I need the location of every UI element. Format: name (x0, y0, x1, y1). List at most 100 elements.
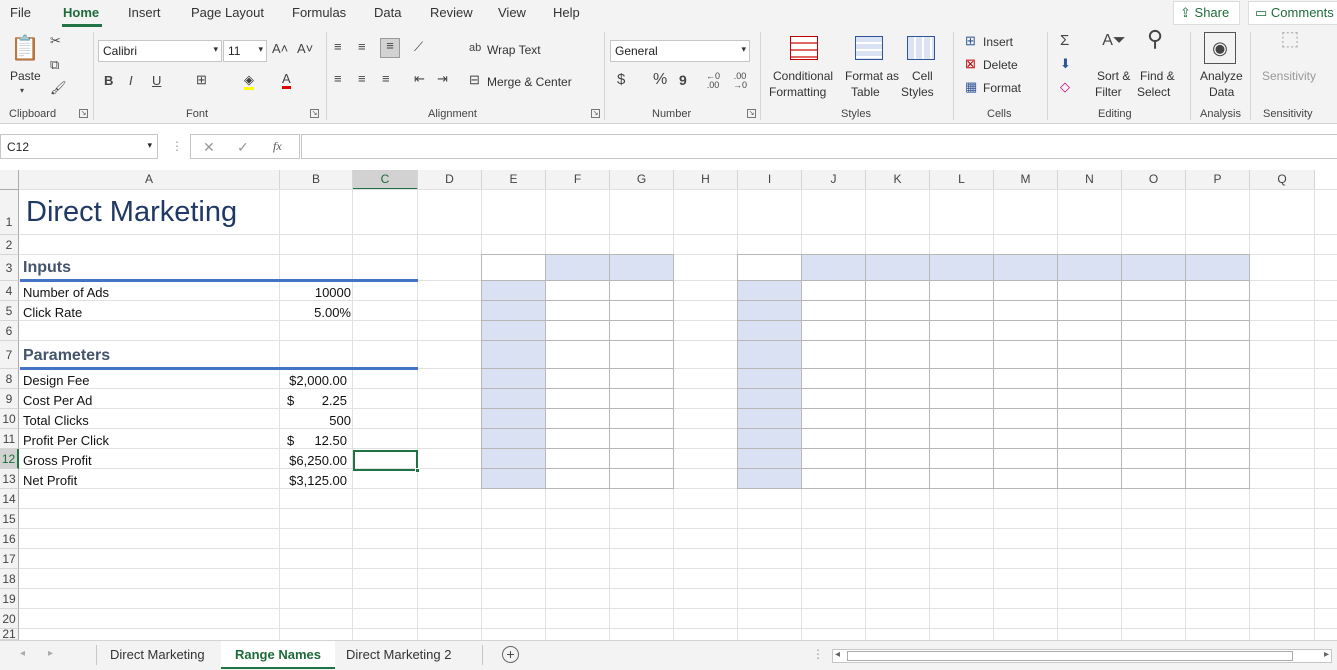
table-corner-cell[interactable] (737, 254, 802, 281)
tab-data[interactable]: Data (374, 5, 401, 20)
table-result-cell[interactable] (1185, 408, 1250, 429)
table-result-cell[interactable] (545, 280, 610, 301)
row-header-4[interactable]: 4 (0, 281, 19, 301)
column-header-d[interactable]: D (418, 170, 482, 190)
row-header-8[interactable]: 8 (0, 369, 19, 389)
font-name-select[interactable]: Calibri ▾ (98, 40, 222, 62)
table-result-cell[interactable] (545, 368, 610, 389)
alignment-launcher-icon[interactable]: ↘ (591, 109, 600, 118)
column-header-p[interactable]: P (1186, 170, 1250, 190)
tab-review[interactable]: Review (430, 5, 473, 20)
formula-input[interactable] (301, 134, 1337, 159)
wrap-text-button[interactable]: Wrap Text (487, 43, 541, 57)
align-center-icon[interactable]: ≡ (358, 72, 366, 86)
table-result-cell[interactable] (801, 388, 866, 409)
scroll-left-icon[interactable]: ◂ (835, 649, 840, 660)
format-painter-icon[interactable]: 🖌 (50, 81, 67, 95)
row-header-5[interactable]: 5 (0, 301, 19, 321)
table-result-cell[interactable] (609, 340, 674, 369)
cut-icon[interactable]: ✂ (50, 34, 61, 48)
format-cells-button[interactable]: Format (983, 81, 1021, 95)
table-header-cell[interactable] (609, 254, 674, 281)
increase-font-icon[interactable]: A˄ (272, 42, 288, 56)
active-cell[interactable] (353, 450, 418, 471)
table-result-cell[interactable] (1057, 468, 1122, 489)
format-as-table-label-2[interactable]: Table (851, 85, 880, 99)
row-header-19[interactable]: 19 (0, 589, 19, 609)
table-result-cell[interactable] (1121, 428, 1186, 449)
conditional-formatting-label-1[interactable]: Conditional (773, 69, 833, 83)
table-input-cell[interactable] (737, 448, 802, 469)
align-middle-icon[interactable]: ≡ (358, 40, 366, 54)
table-result-cell[interactable] (609, 388, 674, 409)
scroll-right-icon[interactable]: ▸ (48, 648, 53, 659)
column-header-e[interactable]: E (482, 170, 546, 190)
row-header-9[interactable]: 9 (0, 389, 19, 409)
tab-insert[interactable]: Insert (128, 5, 161, 20)
table-result-cell[interactable] (865, 320, 930, 341)
paste-dropdown-icon[interactable]: ▾ (20, 84, 24, 98)
column-header-i[interactable]: I (738, 170, 802, 190)
table-result-cell[interactable] (801, 340, 866, 369)
enter-icon[interactable]: ✓ (237, 139, 249, 156)
table-result-cell[interactable] (609, 280, 674, 301)
find-select-label-1[interactable]: Find & (1140, 69, 1175, 83)
currency-button[interactable]: $ (617, 72, 625, 87)
paste-button[interactable]: Paste (10, 69, 41, 83)
table-input-cell[interactable] (481, 280, 546, 301)
table-result-cell[interactable] (545, 300, 610, 321)
table-result-cell[interactable] (609, 408, 674, 429)
table-input-cell[interactable] (481, 340, 546, 369)
analyze-data-label-2[interactable]: Data (1209, 85, 1234, 99)
table-header-cell[interactable] (865, 254, 930, 281)
row-header-11[interactable]: 11 (0, 429, 19, 449)
sheet-tab-direct-marketing-2[interactable]: Direct Marketing 2 (332, 641, 465, 669)
table-header-cell[interactable] (1185, 254, 1250, 281)
table-result-cell[interactable] (1057, 340, 1122, 369)
row-header-13[interactable]: 13 (0, 469, 19, 489)
table-result-cell[interactable] (1057, 388, 1122, 409)
decrease-decimal-icon[interactable]: .00 →0 (733, 72, 747, 90)
name-box[interactable]: C12 ▾ (0, 134, 158, 159)
insert-function-button[interactable]: fx (273, 139, 282, 154)
sheet-tab-range-names[interactable]: Range Names (221, 641, 335, 669)
comments-button[interactable]: ▭ Comments (1248, 1, 1337, 25)
row-header-16[interactable]: 16 (0, 529, 19, 549)
tab-view[interactable]: View (498, 5, 526, 20)
font-size-select[interactable]: 11 ▾ (223, 40, 267, 62)
tab-help[interactable]: Help (553, 5, 580, 20)
cell-styles-label-1[interactable]: Cell (912, 69, 933, 83)
table-result-cell[interactable] (801, 468, 866, 489)
column-header-g[interactable]: G (610, 170, 674, 190)
table-result-cell[interactable] (929, 448, 994, 469)
conditional-formatting-label-2[interactable]: Formatting (769, 85, 826, 99)
row-header-17[interactable]: 17 (0, 549, 19, 569)
table-header-cell[interactable] (801, 254, 866, 281)
analyze-data-label-1[interactable]: Analyze (1200, 69, 1243, 83)
paste-icon[interactable]: 📋 (10, 34, 40, 66)
borders-icon[interactable]: ⊞ (196, 73, 207, 87)
column-header-a[interactable]: A (19, 170, 280, 190)
scroll-left-icon[interactable]: ◂ (20, 648, 25, 659)
sensitivity-button[interactable]: Sensitivity (1262, 69, 1316, 83)
table-input-cell[interactable] (737, 300, 802, 321)
table-result-cell[interactable] (1121, 388, 1186, 409)
table-result-cell[interactable] (609, 300, 674, 321)
table-result-cell[interactable] (1185, 388, 1250, 409)
find-select-label-2[interactable]: Select (1137, 85, 1170, 99)
number-launcher-icon[interactable]: ↘ (747, 109, 756, 118)
table-result-cell[interactable] (929, 320, 994, 341)
row-header-1[interactable]: 1 (0, 190, 19, 235)
table-result-cell[interactable] (545, 448, 610, 469)
table-result-cell[interactable] (1121, 280, 1186, 301)
fill-color-icon[interactable]: ◈ (244, 73, 254, 90)
row-header-6[interactable]: 6 (0, 321, 19, 341)
italic-button[interactable]: I (129, 74, 133, 88)
table-result-cell[interactable] (993, 300, 1058, 321)
table-header-cell[interactable] (1057, 254, 1122, 281)
table-result-cell[interactable] (1185, 300, 1250, 321)
scroll-right-icon[interactable]: ▸ (1324, 649, 1329, 660)
column-header-b[interactable]: B (280, 170, 353, 190)
underline-button[interactable]: U (152, 74, 161, 88)
table-result-cell[interactable] (865, 448, 930, 469)
